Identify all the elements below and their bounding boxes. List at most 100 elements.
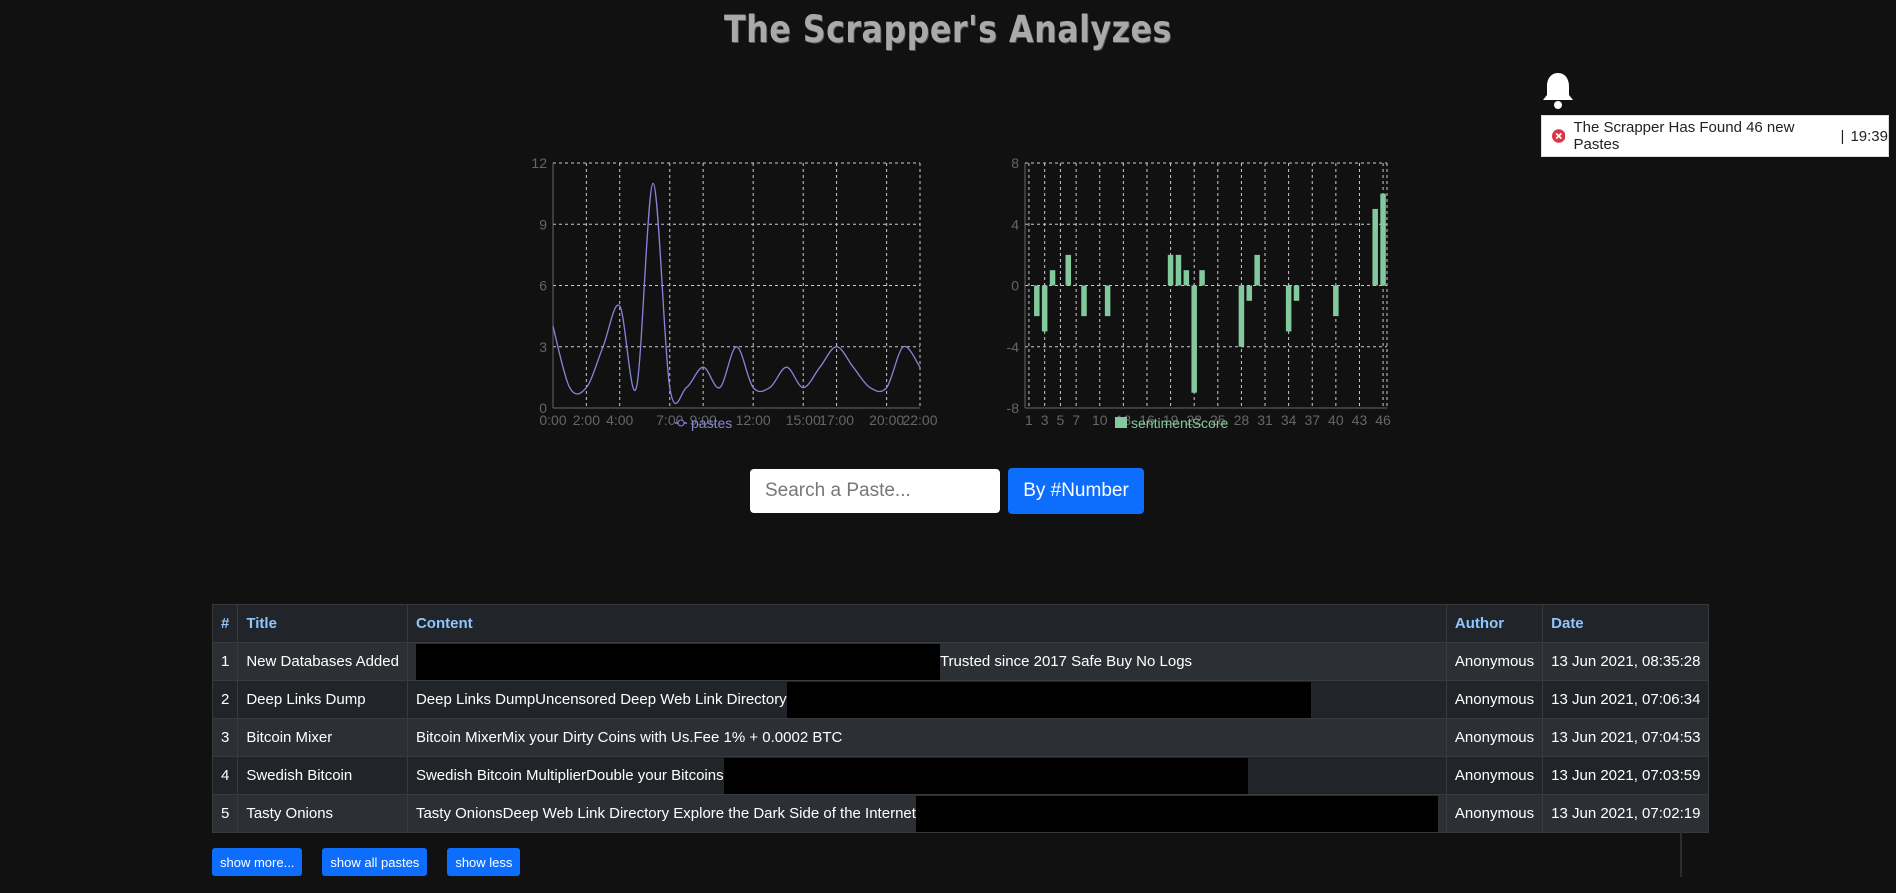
row-content: Trusted since 2017 Safe Buy No Logs (406, 642, 1447, 681)
sentiment-bar (1041, 285, 1048, 332)
header-date[interactable]: Date (1542, 604, 1710, 643)
pastes-line (552, 182, 921, 405)
show-more-button[interactable]: show more... (212, 848, 303, 876)
sentiment-bar (1238, 285, 1245, 347)
table-row[interactable]: 1 New Databases Added Trusted since 2017… (211, 642, 1710, 681)
x-tick-label: 28 (1234, 412, 1250, 428)
x-tick-label: 37 (1304, 412, 1320, 428)
row-number: 1 (211, 642, 239, 681)
row-title: Bitcoin Mixer (237, 718, 408, 757)
row-date: 13 Jun 2021, 07:06:34 (1542, 680, 1710, 719)
sentiment-bar (1285, 285, 1292, 332)
x-tick-label: 34 (1281, 412, 1297, 428)
table-row[interactable]: 5 Tasty Onions Tasty OnionsDeep Web Link… (211, 794, 1710, 833)
table-row[interactable]: 3 Bitcoin Mixer Bitcoin MixerMix your Di… (211, 718, 1710, 757)
page-title: The Scrapper's Analyzes (724, 8, 1172, 51)
row-content: Swedish Bitcoin MultiplierDouble your Bi… (406, 756, 1447, 795)
table-header-row: # Title Content Author Date (211, 604, 1710, 643)
y-tick-label: 3 (539, 339, 547, 355)
x-tick-label: 10 (1092, 412, 1108, 428)
sentiment-bar (1246, 285, 1253, 301)
row-content-text: Deep Links DumpUncensored Deep Web Link … (415, 690, 787, 708)
scroll-divider (1680, 832, 1682, 877)
redaction-block (415, 643, 940, 680)
x-tick-label: 40 (1328, 412, 1344, 428)
row-content-text: Trusted since 2017 Safe Buy No Logs (939, 652, 1193, 670)
x-tick-label: 12:00 (736, 412, 771, 428)
x-tick-label: 5 (1057, 412, 1065, 428)
legend-square-icon (1115, 417, 1127, 428)
sentiment-bar (1049, 270, 1056, 286)
sentiment-bar-chart: -8-4048135710131619222528313437404346sen… (1007, 155, 1392, 431)
x-tick-label: 17:00 (819, 412, 854, 428)
sentiment-bar (1065, 254, 1072, 286)
notification-message: The Scrapper Has Found 46 new Pastes (1573, 119, 1795, 153)
error-circle-icon (1552, 129, 1566, 143)
row-author: Anonymous (1445, 756, 1544, 795)
row-author: Anonymous (1445, 794, 1544, 833)
header-author[interactable]: Author (1445, 604, 1544, 643)
x-tick-label: 22:00 (902, 412, 937, 428)
sentiment-bar (1034, 285, 1040, 317)
table-row[interactable]: 4 Swedish Bitcoin Swedish Bitcoin Multip… (211, 756, 1710, 795)
sentiment-bar (1380, 193, 1386, 286)
show-all-button[interactable]: show all pastes (322, 848, 428, 876)
row-number: 3 (211, 718, 239, 757)
legend-label: pastes (691, 415, 732, 431)
row-title: Deep Links Dump (237, 680, 408, 719)
legend-label: sentimentScore (1131, 415, 1228, 431)
notification-toast[interactable]: The Scrapper Has Found 46 new Pastes | 1… (1541, 115, 1889, 157)
notification-time: 19:39 (1850, 127, 1888, 145)
x-tick-label: 43 (1352, 412, 1368, 428)
y-tick-label: -4 (1007, 339, 1020, 355)
row-content-text: Tasty OnionsDeep Web Link Directory Expl… (415, 804, 916, 822)
x-tick-label: 20:00 (869, 412, 904, 428)
x-tick-label: 15:00 (786, 412, 821, 428)
table-row[interactable]: 2 Deep Links Dump Deep Links DumpUncenso… (211, 680, 1710, 719)
x-tick-label: 3 (1041, 412, 1049, 428)
sentiment-bar (1372, 208, 1378, 286)
row-date: 13 Jun 2021, 08:35:28 (1542, 642, 1710, 681)
redaction-block (786, 681, 1311, 718)
x-tick-label: 2:00 (573, 412, 600, 428)
sentiment-bar (1333, 285, 1339, 317)
redaction-block (915, 795, 1438, 832)
row-date: 13 Jun 2021, 07:02:19 (1542, 794, 1710, 833)
row-number: 2 (211, 680, 239, 719)
header-title[interactable]: Title (237, 604, 408, 643)
row-content: Tasty OnionsDeep Web Link Directory Expl… (406, 794, 1447, 833)
header-number[interactable]: # (211, 604, 239, 643)
row-content: Bitcoin MixerMix your Dirty Coins with U… (406, 718, 1447, 757)
x-tick-label: 0:00 (539, 412, 566, 428)
x-tick-label: 1 (1025, 412, 1033, 428)
bell-icon[interactable] (1540, 70, 1576, 110)
redaction-block (723, 757, 1248, 794)
row-date: 13 Jun 2021, 07:04:53 (1542, 718, 1710, 757)
sentiment-bar (1254, 254, 1260, 286)
by-number-button[interactable]: By #Number (1008, 468, 1144, 514)
header-content[interactable]: Content (406, 604, 1447, 643)
sentiment-bar (1183, 270, 1190, 286)
row-author: Anonymous (1445, 718, 1544, 757)
sentiment-bar (1167, 254, 1174, 286)
row-author: Anonymous (1445, 680, 1544, 719)
row-title: Swedish Bitcoin (237, 756, 408, 795)
y-tick-label: 8 (1011, 155, 1019, 171)
sentiment-bar (1104, 285, 1111, 317)
row-content: Deep Links DumpUncensored Deep Web Link … (406, 680, 1447, 719)
search-input[interactable] (750, 469, 1000, 513)
row-number: 5 (211, 794, 239, 833)
sentiment-bar (1199, 270, 1205, 286)
sentiment-bar (1081, 285, 1087, 317)
legend-marker-icon (677, 419, 685, 427)
y-tick-label: 9 (539, 216, 547, 232)
sentiment-bar (1293, 285, 1300, 301)
row-date: 13 Jun 2021, 07:03:59 (1542, 756, 1710, 795)
y-tick-label: 4 (1011, 216, 1019, 232)
x-tick-label: 7 (1072, 412, 1080, 428)
x-tick-label: 46 (1375, 412, 1391, 428)
show-less-button[interactable]: show less (447, 848, 521, 876)
y-tick-label: -8 (1007, 400, 1020, 416)
y-tick-label: 6 (539, 278, 547, 294)
x-tick-label: 4:00 (606, 412, 633, 428)
